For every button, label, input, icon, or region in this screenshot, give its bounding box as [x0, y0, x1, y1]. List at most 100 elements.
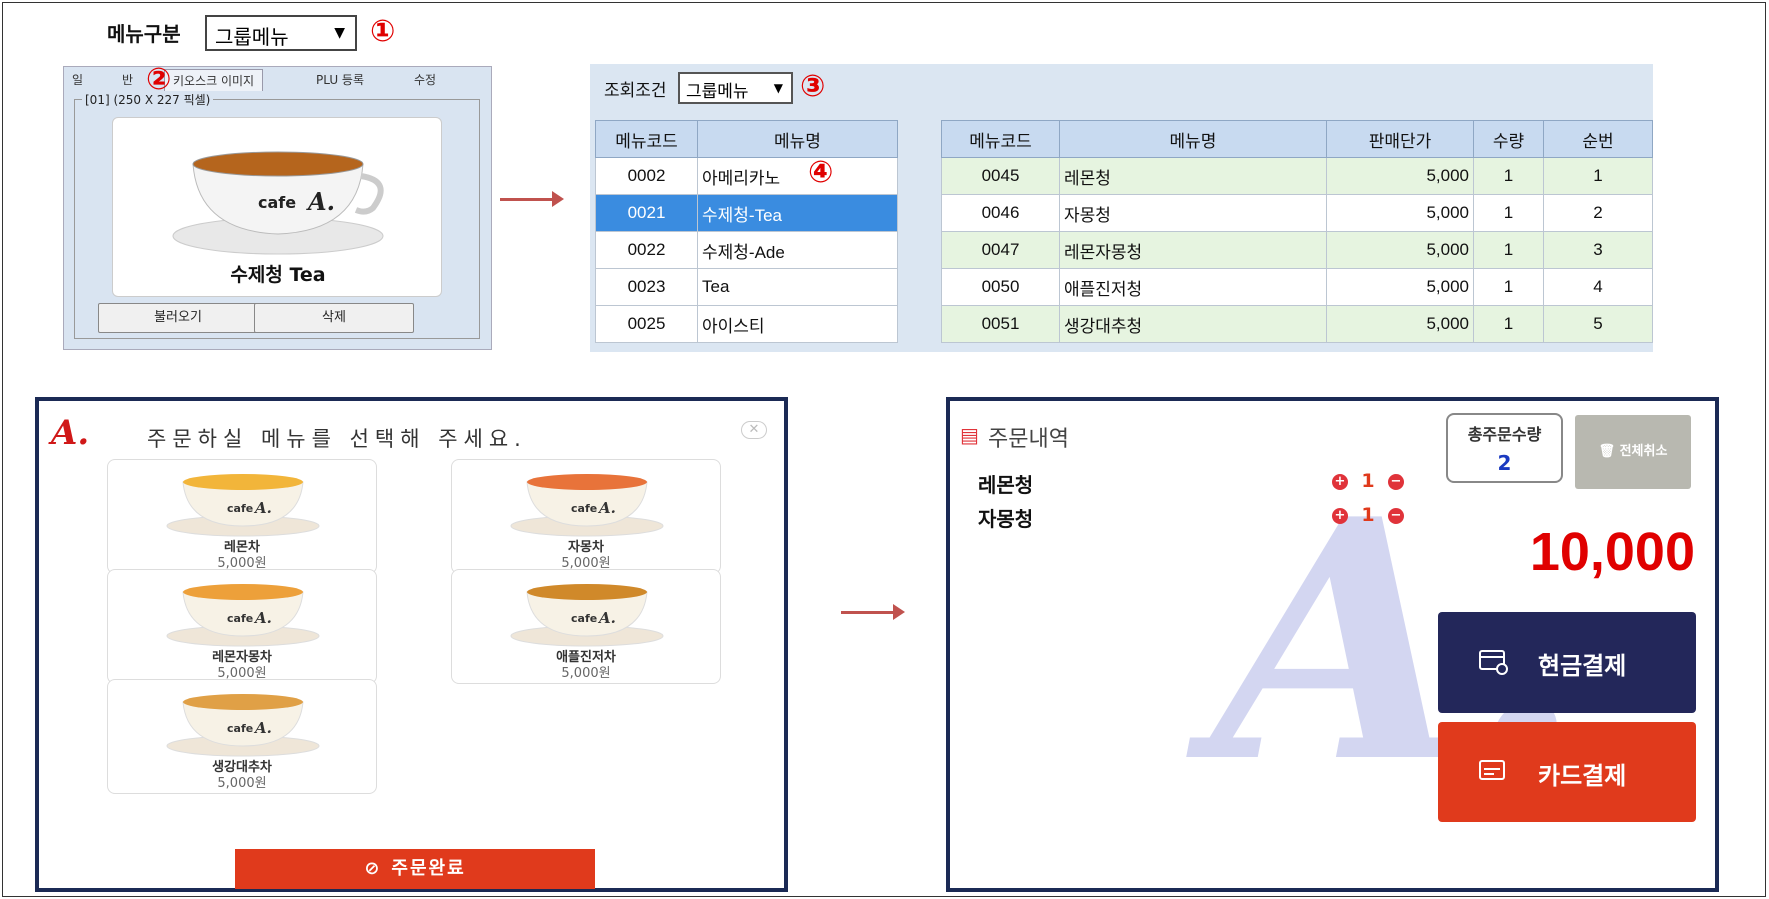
menu-detail-table: 메뉴코드 메뉴명 판매단가 수량 순번 0045 레몬청 5,000 1 1 0046 자…	[941, 120, 1653, 343]
order-line-name: 레몬청	[978, 473, 1034, 497]
minus-icon[interactable]: −	[1388, 473, 1404, 490]
table-row[interactable]: 0002 아메리카노	[595, 157, 898, 195]
table-row[interactable]: 0046 자몽청 5,000 1 2	[941, 194, 1653, 232]
col-unit-price: 판매단가	[1326, 120, 1474, 158]
card-payment-button[interactable]: 카드결제	[1438, 722, 1696, 822]
quantity-cell: 1	[1473, 231, 1544, 269]
menu-division-label: 메뉴구분	[107, 22, 181, 46]
clear-all-button[interactable]: 🗑 전체취소	[1575, 415, 1691, 489]
dropdown-arrow-icon: ▼	[334, 25, 345, 41]
col-menu-name: 메뉴명	[697, 120, 898, 158]
menu-name-cell: 애플진저청	[1059, 268, 1327, 306]
cash-payment-label: 현금결제	[1538, 652, 1627, 680]
col-quantity: 수량	[1473, 120, 1544, 158]
menu-code-cell: 0023	[595, 268, 698, 306]
menu-division-select[interactable]: 그룹메뉴 ▼	[205, 15, 357, 51]
col-menu-code: 메뉴코드	[595, 120, 698, 158]
sequence-cell: 5	[1543, 305, 1653, 343]
kiosk-menu-screen: A. 주문하실 메뉴를 선택해 주세요. ✕ cafe A. 레몬차 5,000원 ca…	[35, 397, 788, 892]
sequence-cell: 1	[1543, 157, 1653, 195]
tab-edit[interactable]: 수정	[414, 71, 436, 88]
quantity-cell: 1	[1473, 268, 1544, 306]
menu-code-cell: 0022	[595, 231, 698, 269]
svg-text:A.: A.	[597, 499, 616, 517]
table-row[interactable]: 0022 수제청-Ade	[595, 231, 898, 269]
unit-price-cell: 5,000	[1326, 194, 1474, 232]
query-condition-select[interactable]: 그룹메뉴 ▼	[678, 72, 793, 104]
order-title: 주문내역	[988, 427, 1069, 452]
order-line-qty: 1	[1361, 470, 1375, 492]
table-row[interactable]: 0050 애플진저청 5,000 1 4	[941, 268, 1653, 306]
svg-text:cafe: cafe	[227, 612, 253, 625]
tab-kiosk-image[interactable]: 키오스크 이미지	[164, 69, 264, 91]
table-row[interactable]: 0045 레몬청 5,000 1 1	[941, 157, 1653, 195]
menu-item-card[interactable]: cafe A. 레몬차 5,000원	[107, 459, 377, 574]
menu-name-cell: 레몬자몽청	[1059, 231, 1327, 269]
menu-name-cell: Tea	[697, 268, 898, 306]
svg-text:A.: A.	[253, 719, 272, 737]
teacup-image: cafe A.	[510, 584, 664, 647]
plus-icon[interactable]: +	[1332, 473, 1348, 490]
table-row[interactable]: 0025 아이스티	[595, 305, 898, 343]
group-menu-table: 메뉴코드 메뉴명 0002 아메리카노 0021 수제청-Tea 0022 수제청-A…	[595, 120, 898, 343]
menu-code-cell: 0046	[941, 194, 1060, 232]
menu-instruction: 주문하실 메뉴를 선택해 주세요.	[147, 427, 527, 451]
query-condition-label: 조회조건	[604, 81, 667, 101]
quantity-cell: 1	[1473, 305, 1544, 343]
col-sequence: 순번	[1543, 120, 1653, 158]
delete-button[interactable]: 삭제	[254, 303, 414, 333]
kiosk-image-caption: 수제청 Tea	[230, 264, 326, 286]
tab-general-1[interactable]: 일	[72, 71, 83, 88]
table-row-selected[interactable]: 0021 수제청-Tea	[595, 194, 898, 232]
menu-item-card[interactable]: cafe A. 생강대추차 5,000원	[107, 679, 377, 794]
menu-item-card[interactable]: cafe A. 자몽차 5,000원	[451, 459, 721, 574]
svg-text:cafe: cafe	[227, 722, 253, 735]
teacup-image: cafe A.	[166, 474, 320, 537]
menu-name-cell: 수제청-Ade	[697, 231, 898, 269]
menu-code-cell: 0002	[595, 157, 698, 195]
menu-name-cell: 아이스티	[697, 305, 898, 343]
clear-all-label: 전체취소	[1619, 444, 1668, 459]
svg-text:A.: A.	[597, 609, 616, 627]
marker-3: ③	[800, 69, 826, 104]
quantity-stepper: +1−	[1332, 470, 1404, 492]
menu-item-card[interactable]: cafe A. 애플진저차 5,000원	[451, 569, 721, 684]
table-row[interactable]: 0051 생강대추청 5,000 1 5	[941, 305, 1653, 343]
teacup-image: cafe A.	[510, 474, 664, 537]
menu-item-price: 5,000원	[217, 776, 267, 791]
marker-2: ②	[146, 62, 172, 97]
query-panel: 조회조건 그룹메뉴 ▼ ③ 메뉴코드 메뉴명 0002 아메리카노 0021 수제청…	[590, 64, 1653, 352]
menu-name-cell: 자몽청	[1059, 194, 1327, 232]
tab-general-2[interactable]: 반	[122, 71, 133, 88]
order-complete-button[interactable]: ⊘ 주문완료	[235, 849, 595, 889]
unit-price-cell: 5,000	[1326, 157, 1474, 195]
order-summary-screen: A. ▤ 주문내역 레몬청 +1− 자몽청 +1− 총주문수량 2 🗑 전체취소…	[946, 397, 1719, 892]
tab-plu[interactable]: PLU 등록	[316, 71, 364, 88]
order-complete-label: 주문완료	[391, 858, 466, 879]
unit-price-cell: 5,000	[1326, 268, 1474, 306]
unit-price-cell: 5,000	[1326, 305, 1474, 343]
kiosk-image-panel: 일 반 키오스크 이미지 PLU 등록 수정 [01] (250 X 227 픽…	[63, 66, 492, 350]
sequence-cell: 3	[1543, 231, 1653, 269]
menu-name-cell: 아메리카노	[697, 157, 898, 195]
menu-code-cell: 0045	[941, 157, 1060, 195]
teacup-image: cafe A.	[166, 584, 320, 647]
menu-code-cell: 0051	[941, 305, 1060, 343]
table-row[interactable]: 0023 Tea	[595, 268, 898, 306]
cash-icon	[1479, 650, 1508, 675]
menu-name-cell: 수제청-Tea	[697, 194, 898, 232]
load-button[interactable]: 불러오기	[98, 303, 258, 333]
plus-icon[interactable]: +	[1332, 507, 1348, 524]
close-icon[interactable]: ✕	[741, 421, 767, 439]
table-row[interactable]: 0047 레몬자몽청 5,000 1 3	[941, 231, 1653, 269]
minus-icon[interactable]: −	[1388, 507, 1404, 524]
flow-arrow	[500, 191, 564, 207]
cash-payment-button[interactable]: 현금결제	[1438, 612, 1696, 713]
svg-text:A.: A.	[253, 609, 272, 627]
svg-text:cafe: cafe	[571, 612, 597, 625]
kiosk-tabs: 일 반 키오스크 이미지 PLU 등록 수정	[64, 67, 493, 91]
check-circle-icon: ⊘	[364, 858, 382, 879]
menu-code-cell: 0047	[941, 231, 1060, 269]
order-line-name: 자몽청	[978, 507, 1034, 531]
menu-item-card[interactable]: cafe A. 레몬자몽차 5,000원	[107, 569, 377, 684]
